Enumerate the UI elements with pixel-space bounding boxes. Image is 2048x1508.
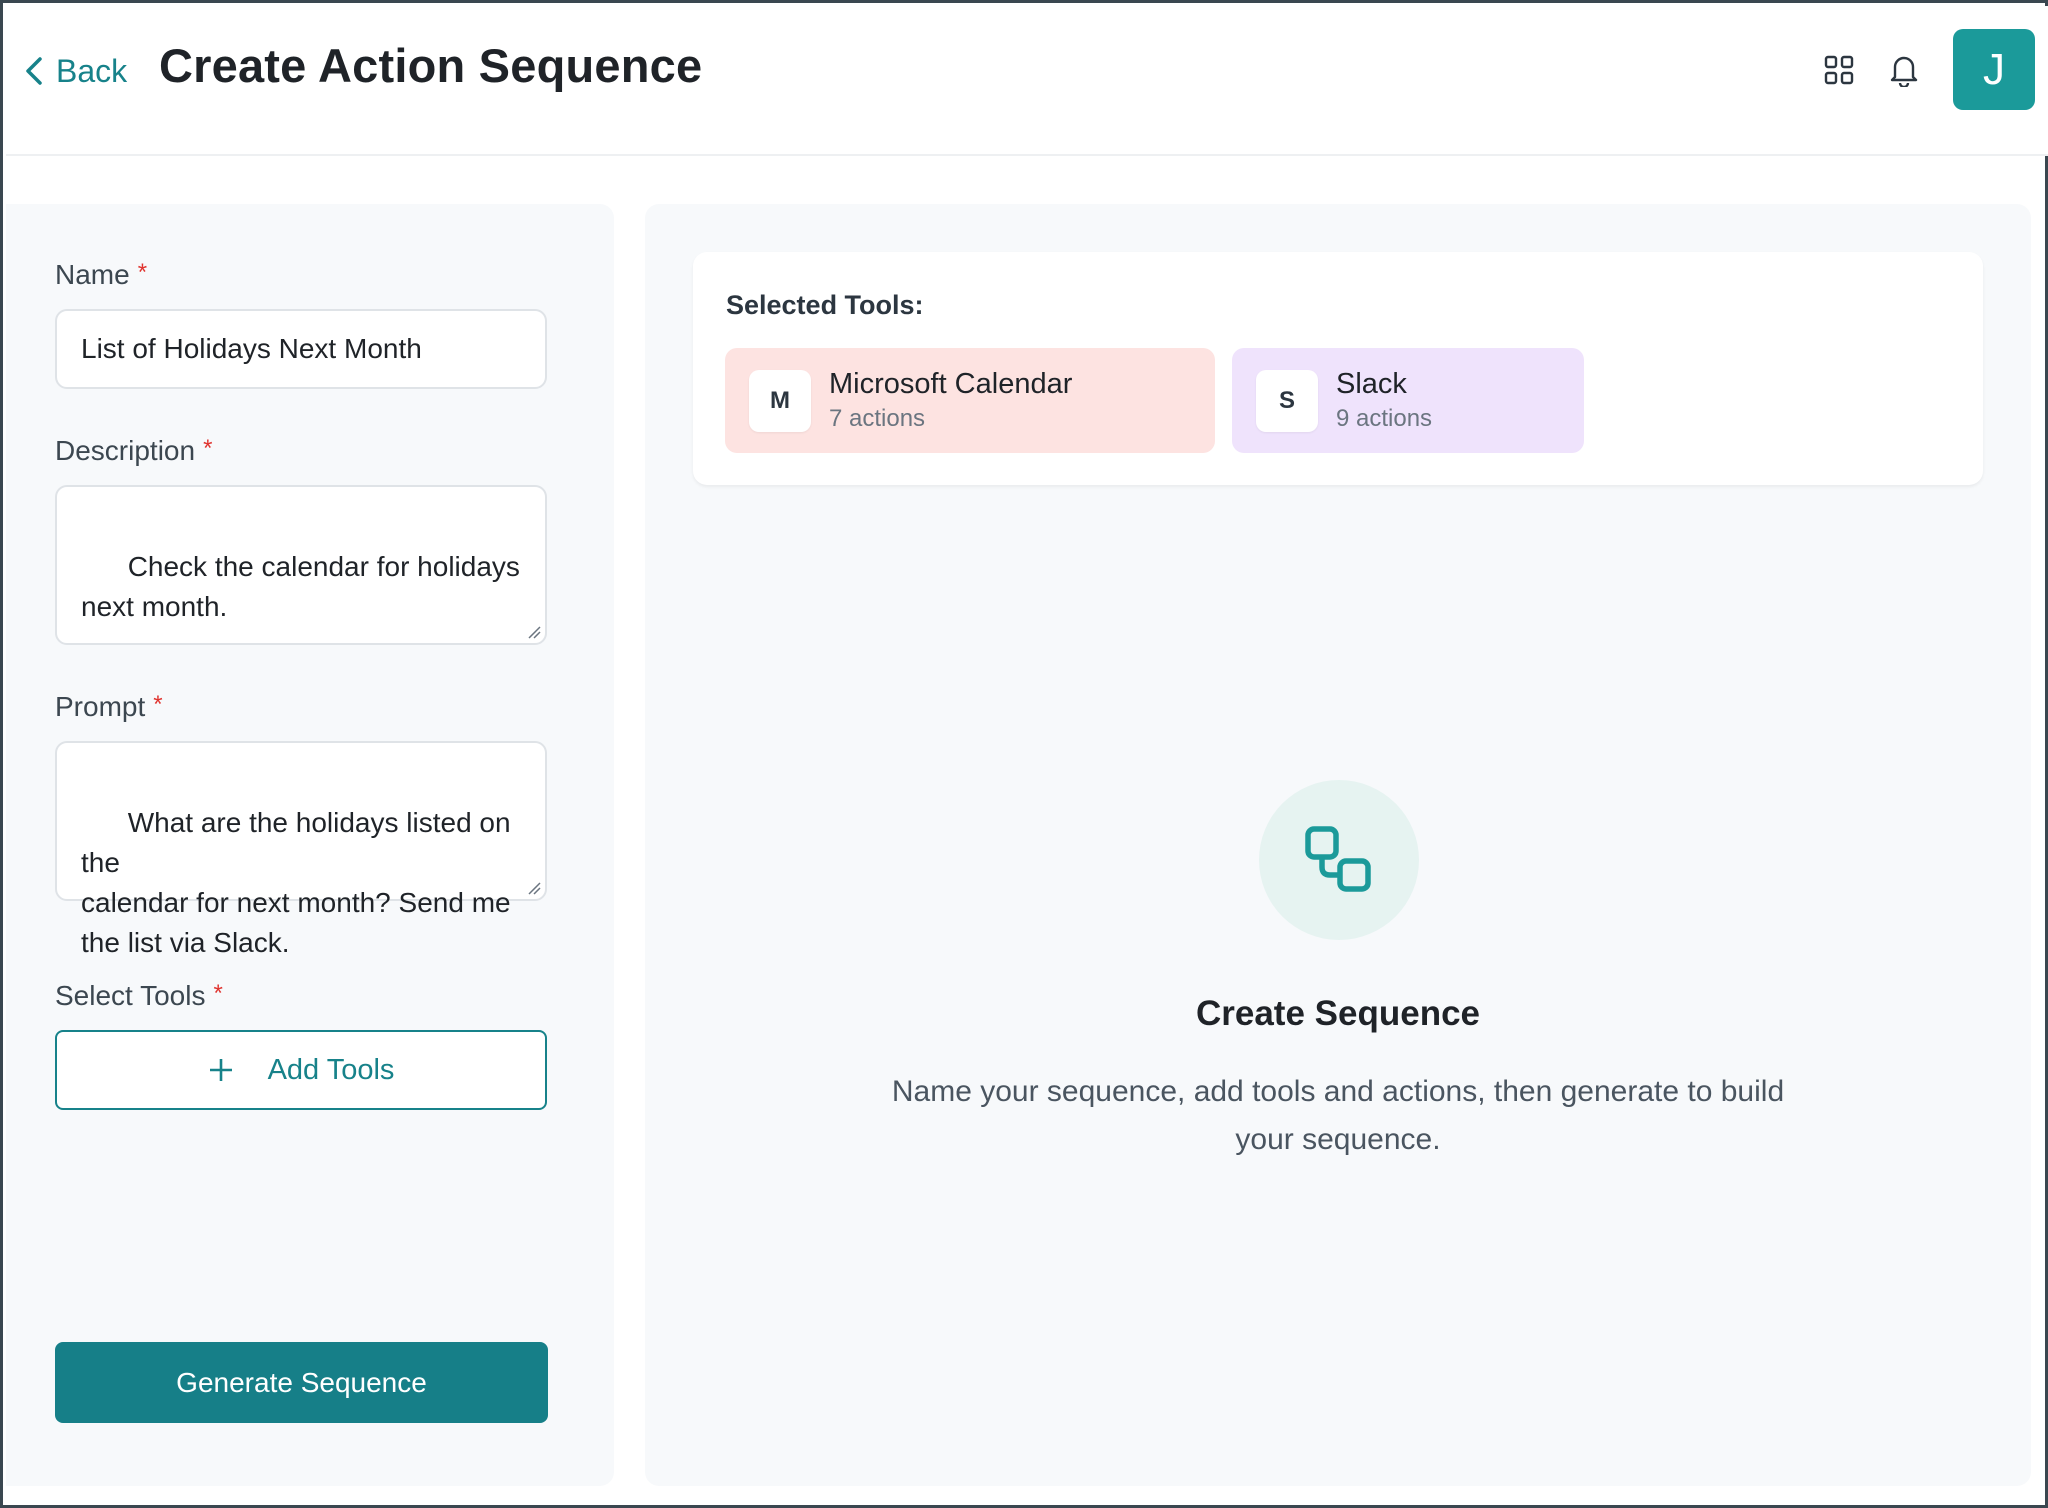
required-mark: *	[213, 980, 223, 1007]
tool-letter-icon: M	[749, 369, 811, 432]
grid-icon[interactable]	[1819, 50, 1859, 90]
prompt-field[interactable]: What are the holidays listed on the cale…	[55, 741, 547, 958]
required-mark: *	[153, 691, 163, 718]
bell-icon[interactable]	[1884, 50, 1924, 90]
tool-name: Slack	[1336, 367, 1407, 400]
avatar[interactable]: J	[1953, 29, 2035, 110]
required-mark: *	[137, 259, 148, 286]
resize-handle-icon[interactable]	[527, 881, 541, 895]
name-field[interactable]: List of Holidays Next Month	[55, 309, 547, 389]
add-tools-button[interactable]: Add Tools	[55, 1030, 547, 1110]
top-bar: Back Create Action Sequence J	[6, 6, 2048, 156]
tool-name: Microsoft Calendar	[829, 367, 1073, 400]
back-label: Back	[56, 52, 128, 89]
generate-sequence-button[interactable]: Generate Sequence	[55, 1342, 548, 1423]
tool-letter-icon: S	[1256, 369, 1318, 432]
name-label: Name *	[55, 259, 148, 290]
resize-handle-icon[interactable]	[527, 625, 541, 639]
empty-state-description: Name your sequence, add tools and action…	[891, 1075, 1785, 1156]
selected-tools-title: Selected Tools:	[726, 290, 924, 320]
app-window: Back Create Action Sequence J Name * List…	[0, 0, 2048, 1508]
page-title: Create Action Sequence	[159, 39, 703, 92]
description-label: Description *	[55, 435, 213, 466]
prompt-label: Prompt *	[55, 691, 163, 722]
workflow-icon	[1259, 780, 1419, 940]
plus-icon	[209, 1059, 232, 1081]
selected-tools-card: Selected Tools: M Microsoft Calendar 7 a…	[693, 252, 1983, 485]
add-tools-label: Add Tools	[267, 1053, 395, 1086]
empty-state-title: Create Sequence	[1195, 994, 1481, 1033]
tool-actions-count: 7 actions	[829, 404, 926, 432]
tool-actions-count: 9 actions	[1336, 404, 1433, 432]
tool-chip-microsoft-calendar[interactable]: M Microsoft Calendar 7 actions	[725, 348, 1215, 453]
chevron-left-icon	[26, 57, 42, 85]
back-button[interactable]: Back	[22, 46, 127, 96]
required-mark: *	[203, 435, 213, 462]
sequence-preview-panel: Selected Tools: M Microsoft Calendar 7 a…	[645, 204, 2031, 1486]
tool-chip-slack[interactable]: S Slack 9 actions	[1232, 348, 1584, 453]
description-field[interactable]: Check the calendar for holidays next mon…	[55, 485, 547, 645]
sequence-form-panel: Name * List of Holidays Next Month Descri…	[6, 204, 614, 1486]
select-tools-label: Select Tools *	[55, 980, 223, 1011]
